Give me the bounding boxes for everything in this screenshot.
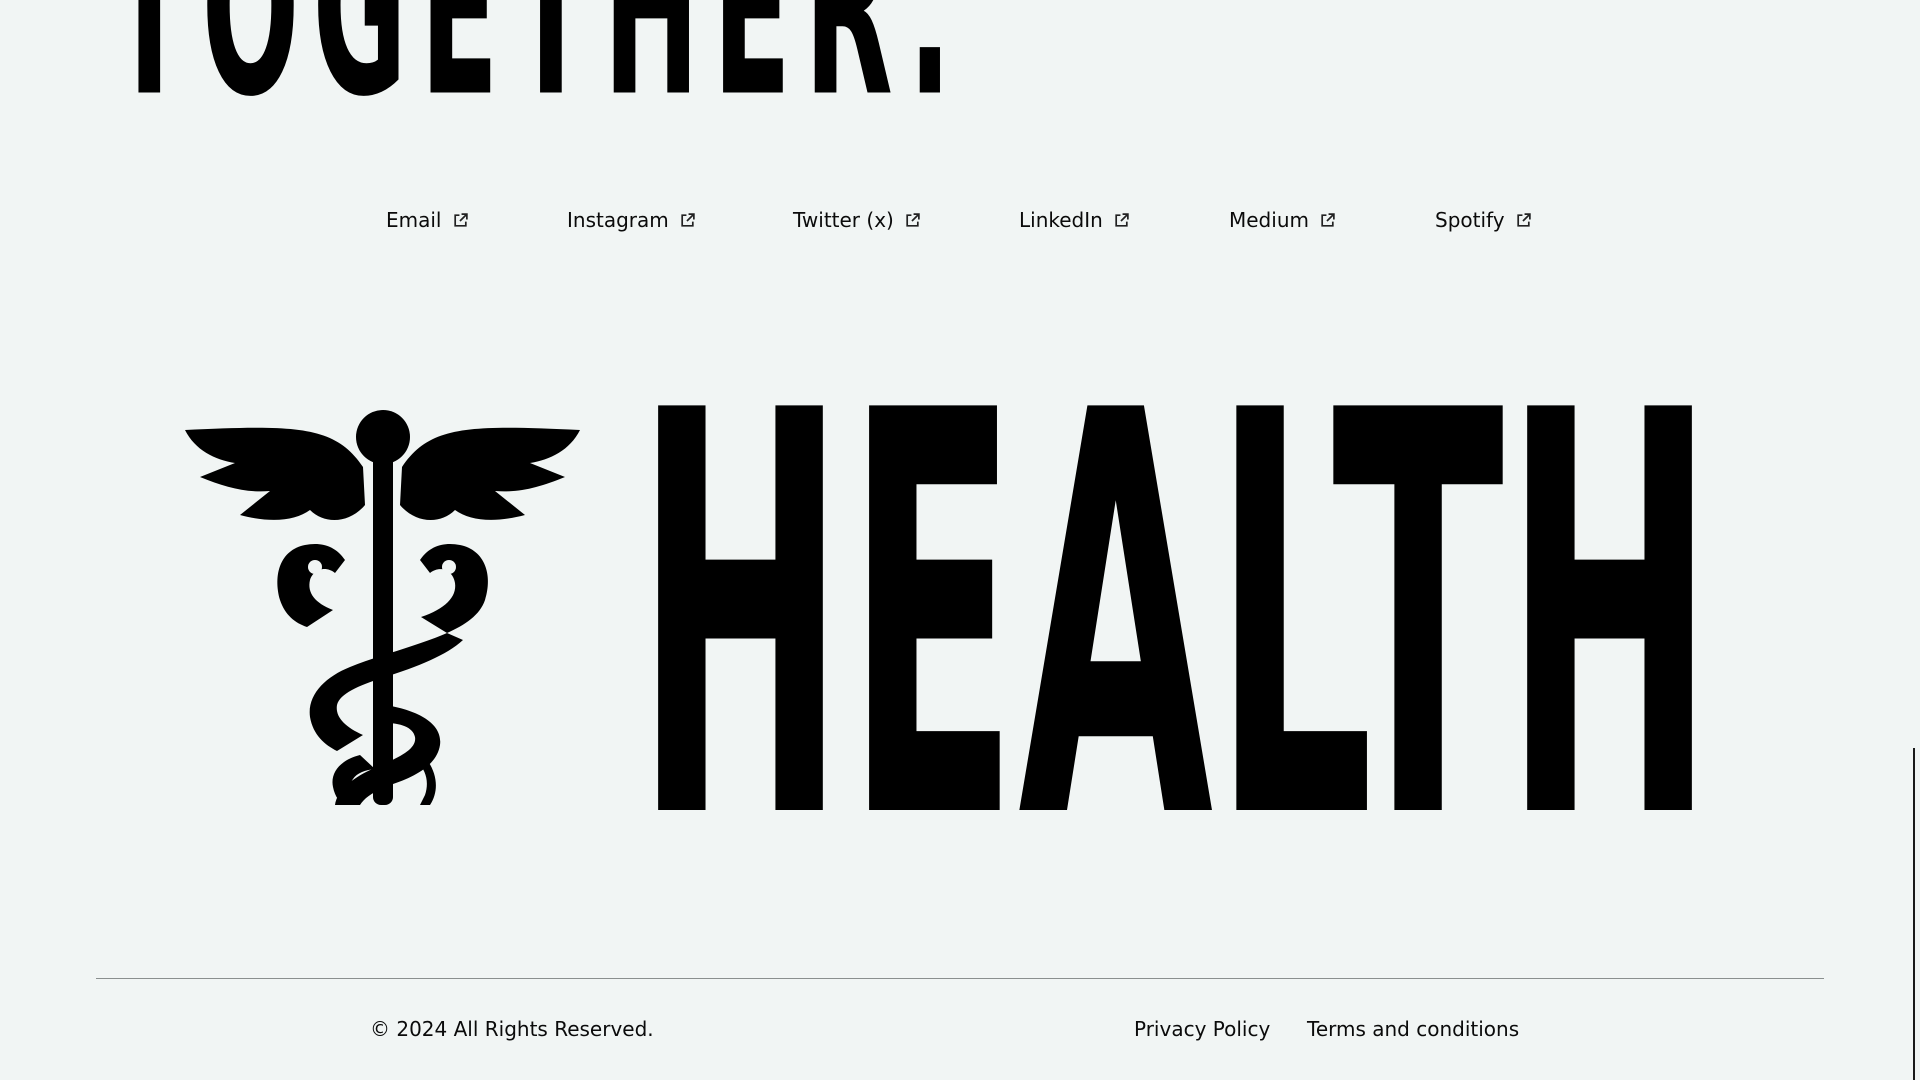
social-link-label: Medium [1229,208,1309,232]
wordmark-text: HEALTH [635,385,1715,810]
social-link-label: Twitter (x) [793,208,894,232]
terms-and-conditions-link[interactable]: Terms and conditions [1307,1017,1519,1041]
social-link-email[interactable]: Email [386,208,469,232]
social-link-instagram[interactable]: Instagram [567,208,696,232]
health-logo: HEALTH [185,295,1715,941]
external-link-icon [679,212,696,229]
health-wordmark: HEALTH [635,295,1715,941]
external-link-icon [1515,212,1532,229]
external-link-icon [1319,212,1336,229]
privacy-policy-link[interactable]: Privacy Policy [1134,1017,1270,1041]
social-link-label: Spotify [1435,208,1505,232]
external-link-icon [904,212,921,229]
social-link-medium[interactable]: Medium [1229,208,1336,232]
footer-page: TOGETHER. Email Instagram Twitter (x) Li… [0,0,1920,1080]
hero-headline: TOGETHER. [110,0,965,150]
social-link-label: Instagram [567,208,669,232]
social-link-label: LinkedIn [1019,208,1103,232]
caduceus-icon [185,405,580,805]
scrollbar-thumb[interactable] [1913,748,1915,1080]
social-link-twitter[interactable]: Twitter (x) [793,208,921,232]
social-links: Email Instagram Twitter (x) LinkedIn Med… [0,208,1920,240]
external-link-icon [1113,212,1130,229]
social-link-spotify[interactable]: Spotify [1435,208,1532,232]
external-link-icon [452,212,469,229]
copyright-text: © 2024 All Rights Reserved. [370,1017,654,1041]
social-link-linkedin[interactable]: LinkedIn [1019,208,1130,232]
footer-divider [96,978,1824,979]
social-link-label: Email [386,208,442,232]
